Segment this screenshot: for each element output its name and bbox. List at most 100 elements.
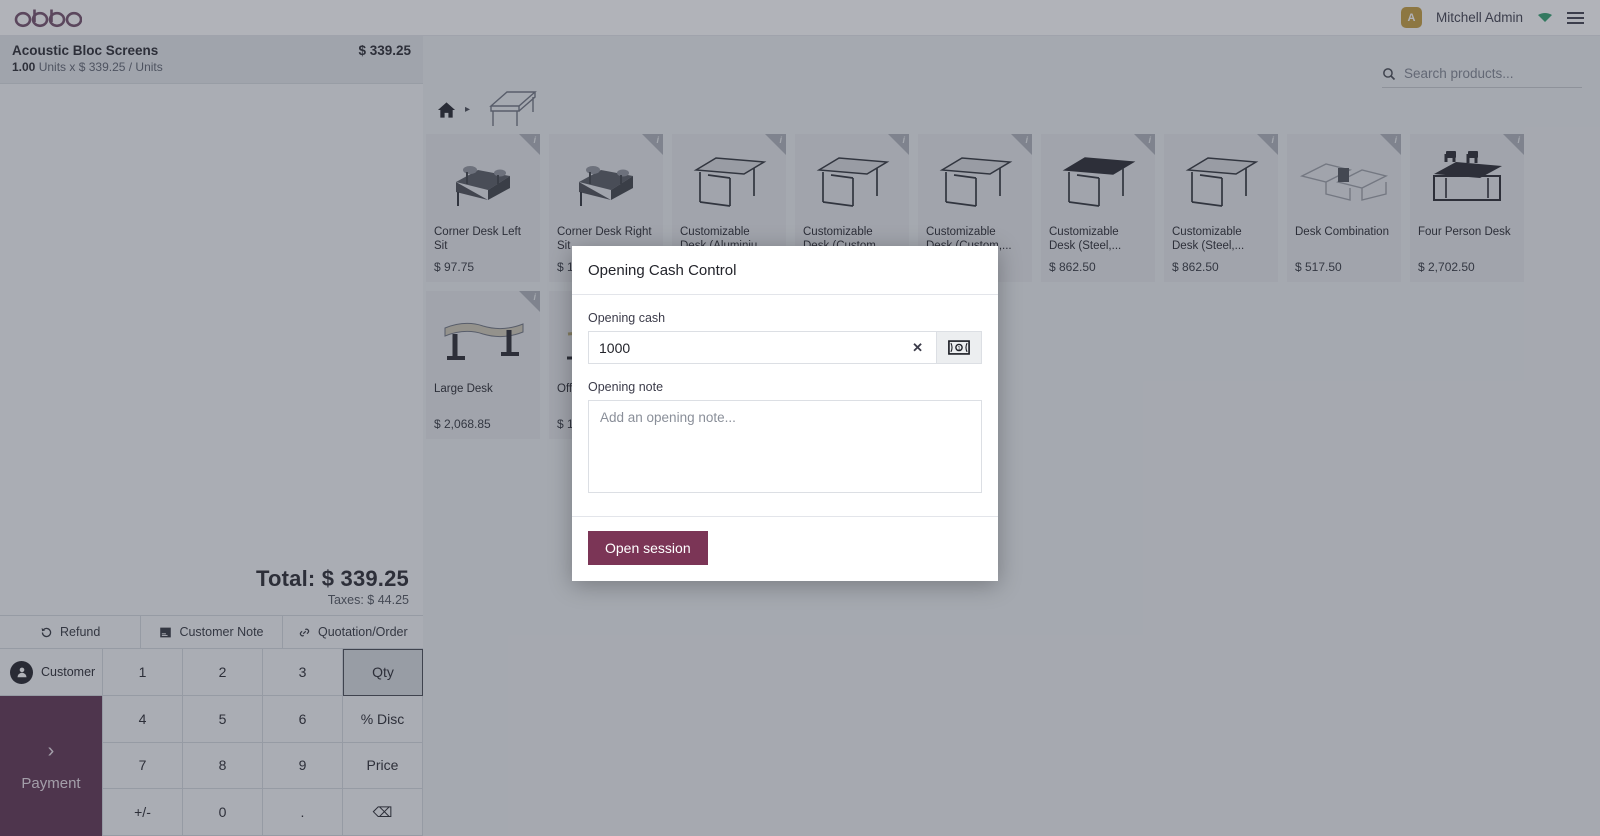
numpad-key-label: 6: [298, 710, 307, 727]
product-card[interactable]: i Customizable Desk (Steel,... $ 862.50: [1164, 134, 1278, 282]
odoo-logo[interactable]: [14, 8, 82, 28]
info-badge-label: i: [656, 135, 659, 145]
search-input[interactable]: [1404, 66, 1564, 81]
info-badge-label: i: [533, 135, 536, 145]
numpad-key-5[interactable]: 5: [183, 695, 263, 743]
customer-note-button[interactable]: Customer Note: [141, 616, 283, 648]
numpad-key-label: Qty: [372, 664, 394, 681]
product-info-icon[interactable]: [1257, 134, 1278, 155]
order-line-price: $ 339.25: [358, 43, 411, 58]
product-info-icon[interactable]: [888, 134, 909, 155]
info-badge-label: i: [1148, 135, 1151, 145]
numpad-key-label: ⌫: [372, 803, 393, 820]
numpad-key-7[interactable]: 7: [103, 742, 183, 790]
numpad-key-label: 3: [298, 663, 307, 680]
product-name: Customizable Desk (Steel,...: [1172, 226, 1245, 252]
order-line-name: Acoustic Bloc Screens: [12, 43, 159, 58]
numpad-key-9[interactable]: 9: [263, 742, 343, 790]
refund-button[interactable]: Refund: [0, 616, 142, 648]
product-info-icon[interactable]: [1503, 134, 1524, 155]
search-bar[interactable]: [1382, 66, 1582, 88]
quotation-order-button[interactable]: Quotation/Order: [283, 616, 423, 648]
opening-cash-label: Opening cash: [588, 311, 666, 325]
opening-cash-row: ✕ 1: [588, 331, 982, 364]
cash-details-button[interactable]: 1: [937, 331, 982, 364]
hamburger-menu-icon[interactable]: [1567, 11, 1584, 24]
banknote-icon: 1: [948, 340, 970, 355]
user-name[interactable]: Mitchell Admin: [1436, 10, 1523, 25]
numpad-key-qty[interactable]: Qty: [343, 649, 423, 696]
odoo-wordmark-icon: [14, 9, 82, 27]
product-price: $ 862.50: [1049, 260, 1096, 274]
customer-button[interactable]: Customer: [0, 649, 102, 696]
product-info-icon[interactable]: [1134, 134, 1155, 155]
numpad-key-label: 5: [218, 710, 227, 727]
numpad-key-label: % Disc: [360, 710, 405, 727]
breadcrumb: ▸ Desks: [423, 36, 541, 149]
top-navbar: A Mitchell Admin: [0, 0, 1600, 36]
wifi-icon[interactable]: [1537, 12, 1553, 24]
order-controls: Refund Customer Note Quotation/Order: [0, 615, 423, 649]
numpad-key-[interactable]: +/-: [103, 789, 183, 836]
product-card[interactable]: i Large Desk $ 2,068.85: [426, 291, 540, 439]
customer-icon: [10, 660, 33, 684]
numpad-key-6[interactable]: 6: [263, 695, 343, 743]
product-name: Four Person Desk: [1418, 226, 1511, 238]
order-line[interactable]: Acoustic Bloc Screens $ 339.25 1.00 Unit…: [0, 36, 423, 84]
opening-note-textarea[interactable]: [588, 400, 982, 493]
numpad: 1 2 3 Qty 4 5 6 % Disc 7 8 9 Price +/- 0. ⌫: [103, 649, 423, 836]
numpad-key-2[interactable]: 2: [183, 649, 263, 696]
numpad-key-[interactable]: .: [263, 789, 343, 836]
numpad-key-8[interactable]: 8: [183, 742, 263, 790]
opening-cash-input[interactable]: [599, 339, 910, 356]
order-total: Total: $ 339.25: [256, 566, 409, 591]
info-badge-label: i: [1271, 135, 1274, 145]
pos-application: A Mitchell Admin Acoustic Bloc Screens $…: [0, 0, 1600, 836]
numpad-key-0[interactable]: 0: [183, 789, 263, 836]
product-name: Desk Combination: [1295, 226, 1389, 238]
payment-button[interactable]: › Payment: [0, 696, 102, 836]
open-session-button[interactable]: Open session: [588, 531, 708, 565]
product-info-icon[interactable]: [519, 291, 540, 312]
dialog-title: Opening Cash Control: [588, 262, 737, 279]
product-price: $ 517.50: [1295, 260, 1342, 274]
navbar-right-group: A Mitchell Admin: [1400, 7, 1600, 28]
product-card[interactable]: i Corner Desk Left Sit $ 97.75: [426, 134, 540, 282]
product-info-icon[interactable]: [519, 134, 540, 155]
numpad-key-1[interactable]: 1: [103, 649, 183, 696]
product-info-icon[interactable]: [1011, 134, 1032, 155]
avatar[interactable]: A: [1400, 7, 1422, 28]
product-info-icon[interactable]: [642, 134, 663, 155]
product-info-icon[interactable]: [765, 134, 786, 155]
product-info-icon[interactable]: [1380, 134, 1401, 155]
info-badge-label: i: [779, 135, 782, 145]
numpad-key-disc[interactable]: % Disc: [343, 695, 423, 743]
order-lines-list: Acoustic Bloc Screens $ 339.25 1.00 Unit…: [0, 36, 423, 556]
product-card[interactable]: i Four Person Desk $ 2,702.50: [1410, 134, 1524, 282]
clear-x-icon[interactable]: ✕: [909, 340, 926, 356]
numpad-key-price[interactable]: Price: [343, 742, 423, 790]
numpad-key-label: Price: [366, 757, 399, 774]
numpad-key-label: 8: [218, 757, 227, 774]
wifi-glyph: [1538, 12, 1552, 22]
numpad-key-label: 2: [218, 663, 227, 680]
order-totals: Total: $ 339.25 Taxes: $ 44.25: [0, 556, 423, 615]
product-price: $ 2,702.50: [1418, 260, 1475, 274]
order-line-top: Acoustic Bloc Screens $ 339.25: [12, 43, 411, 58]
opening-cash-input-wrap[interactable]: ✕: [588, 331, 937, 364]
order-panel: Acoustic Bloc Screens $ 339.25 1.00 Unit…: [0, 36, 423, 836]
product-price: $ 862.50: [1172, 260, 1219, 274]
product-card[interactable]: i Desk Combination $ 517.50: [1287, 134, 1401, 282]
dialog-body: Opening cash ✕ 1 Opening note: [572, 295, 998, 516]
order-line-qty: 1.00: [12, 60, 36, 74]
breadcrumb-caret-icon: ▸: [465, 104, 471, 115]
numpad-key-3[interactable]: 3: [263, 649, 343, 696]
refund-icon: [41, 627, 52, 637]
numpad-key-label: 4: [138, 710, 147, 727]
dialog-footer: Open session: [572, 516, 998, 581]
order-line-unit-detail: Units x $ 339.25 / Units: [38, 60, 163, 74]
numpad-key-[interactable]: ⌫: [343, 789, 423, 836]
home-icon[interactable]: [437, 101, 456, 119]
product-card[interactable]: i Customizable Desk (Steel,... $ 862.50: [1041, 134, 1155, 282]
numpad-key-4[interactable]: 4: [103, 695, 183, 743]
